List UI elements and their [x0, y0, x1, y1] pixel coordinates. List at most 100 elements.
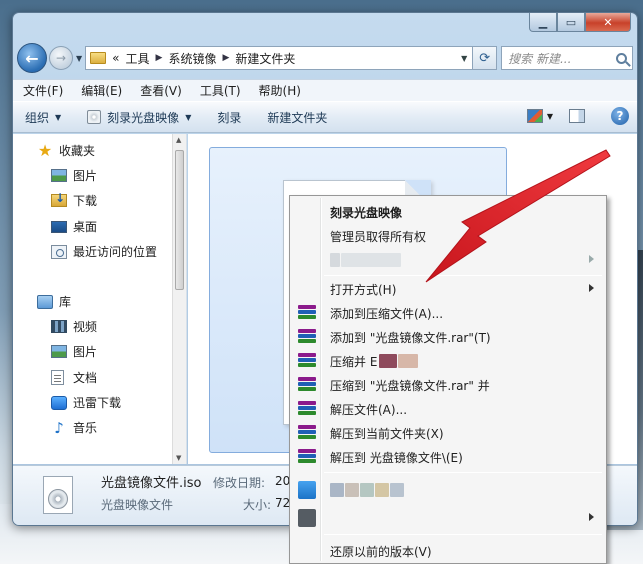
- breadcrumb-item[interactable]: 系统镜像: [168, 50, 216, 67]
- nav-libraries[interactable]: 库: [37, 293, 71, 310]
- scrollbar-thumb[interactable]: [175, 150, 184, 290]
- menu-item-redacted[interactable]: [292, 506, 604, 530]
- nav-label: 图片: [73, 345, 98, 359]
- menu-item-label: 解压到 光盘镜像文件\(E): [330, 450, 463, 465]
- nav-videos[interactable]: 视频: [51, 318, 97, 335]
- maximize-button[interactable]: ▭: [557, 13, 585, 32]
- nav-favorites[interactable]: ★ 收藏夹: [37, 142, 95, 159]
- menu-edit[interactable]: 编辑(E): [81, 82, 122, 99]
- menu-item-compress-and-email[interactable]: 压缩并 E: [292, 349, 604, 373]
- app-icon: [298, 509, 316, 527]
- music-icon: ♪: [54, 418, 64, 437]
- menu-item-open-with[interactable]: 打开方式(H): [292, 277, 604, 301]
- xunlei-icon: [51, 395, 67, 410]
- menu-item-add-to-rar[interactable]: 添加到 "光盘镜像文件.rar"(T): [292, 325, 604, 349]
- nav-recent-places[interactable]: 最近访问的位置: [51, 243, 157, 260]
- address-bar[interactable]: « 工具 ▶ 系统镜像 ▶ 新建文件夹 ▼: [85, 46, 474, 70]
- chevron-down-icon[interactable]: ▼: [456, 54, 472, 63]
- details-modified-label: 修改日期:: [213, 476, 266, 490]
- nav-scrollbar[interactable]: ▲ ▼: [172, 134, 186, 464]
- close-button[interactable]: ✕: [585, 13, 631, 32]
- details-file-name: 光盘镜像文件.iso: [101, 476, 202, 491]
- burn-button[interactable]: 刻录: [217, 109, 241, 126]
- winrar-icon: [298, 305, 316, 321]
- redacted-block: [341, 253, 401, 267]
- back-button[interactable]: ←: [17, 43, 47, 73]
- minimize-button[interactable]: ▁: [529, 13, 557, 32]
- submenu-arrow-icon: [589, 513, 594, 521]
- menu-item-extract-here[interactable]: 解压到当前文件夹(X): [292, 421, 604, 445]
- desktop-icon: [51, 220, 67, 233]
- app-icon: [298, 481, 316, 499]
- breadcrumb-overflow[interactable]: «: [112, 51, 119, 65]
- menu-bar: 文件(F) 编辑(E) 查看(V) 工具(T) 帮助(H): [13, 79, 637, 101]
- menu-item-label: 刻录光盘映像: [330, 205, 403, 220]
- forward-button[interactable]: →: [49, 46, 73, 70]
- menu-separator: [324, 472, 602, 473]
- search-input[interactable]: 搜索 新建...: [501, 46, 633, 70]
- winrar-icon: [298, 401, 316, 417]
- menu-item-extract-to-folder[interactable]: 解压到 光盘镜像文件\(E): [292, 445, 604, 469]
- menu-item-extract-files[interactable]: 解压文件(A)...: [292, 397, 604, 421]
- menu-item-label: 解压到当前文件夹(X): [330, 426, 444, 441]
- nav-label: 图片: [73, 169, 98, 183]
- submenu-arrow-icon: [589, 284, 594, 292]
- nav-label: 最近访问的位置: [73, 245, 158, 259]
- burn-label: 刻录: [217, 110, 242, 125]
- nav-music[interactable]: ♪ 音乐: [51, 419, 97, 436]
- preview-pane-icon[interactable]: [569, 109, 585, 123]
- nav-pictures[interactable]: 图片: [51, 167, 97, 184]
- iso-file-icon: [43, 476, 73, 514]
- refresh-button[interactable]: ⟳: [473, 46, 498, 70]
- breadcrumb-item[interactable]: 新建文件夹: [235, 50, 295, 67]
- menu-item-compress-to-rar-and-email[interactable]: 压缩到 "光盘镜像文件.rar" 并: [292, 373, 604, 397]
- breadcrumb-item[interactable]: 工具: [126, 50, 150, 67]
- submenu-arrow-icon: [589, 255, 594, 263]
- command-bar: 组织 ▼ 刻录光盘映像 ▼ 刻录 新建文件夹 ▼ ?: [13, 101, 637, 133]
- nav-label: 音乐: [73, 421, 98, 435]
- new-folder-button[interactable]: 新建文件夹: [267, 109, 327, 126]
- nav-downloads[interactable]: 下载: [51, 191, 97, 209]
- details-modified-value: 20: [275, 474, 291, 488]
- chevron-down-icon[interactable]: ▼: [547, 112, 553, 121]
- details-size-label: 大小:: [243, 498, 272, 512]
- disc-icon: [48, 489, 68, 509]
- menu-item-restore-previous-versions[interactable]: 还原以前的版本(V): [292, 539, 604, 563]
- menu-item-take-ownership[interactable]: 管理员取得所有权: [292, 224, 604, 248]
- nav-desktop[interactable]: 桌面: [51, 218, 97, 235]
- nav-lib-pictures[interactable]: 图片: [51, 343, 97, 360]
- redacted-block: [345, 483, 359, 497]
- nav-label: 收藏夹: [59, 144, 96, 158]
- scroll-up-icon[interactable]: ▲: [176, 136, 181, 144]
- breadcrumb-chevron-icon[interactable]: ▶: [222, 53, 229, 63]
- search-placeholder: 搜索 新建...: [508, 51, 572, 66]
- nav-label: 桌面: [73, 220, 98, 234]
- nav-xunlei-downloads[interactable]: 迅雷下载: [51, 394, 121, 411]
- nav-documents[interactable]: 文档: [51, 369, 97, 386]
- menu-help[interactable]: 帮助(H): [259, 82, 301, 99]
- redacted-block: [360, 483, 374, 497]
- menu-item-redacted[interactable]: [292, 478, 604, 502]
- help-icon[interactable]: ?: [611, 107, 629, 125]
- recent-pages-dropdown[interactable]: ▼: [76, 54, 82, 63]
- burn-image-button[interactable]: 刻录光盘映像 ▼: [87, 109, 191, 126]
- organize-button[interactable]: 组织 ▼: [25, 109, 61, 126]
- redacted-block: [398, 354, 419, 368]
- downloads-folder-icon: [51, 191, 67, 207]
- menu-file[interactable]: 文件(F): [23, 82, 63, 99]
- menu-view[interactable]: 查看(V): [140, 82, 182, 99]
- change-view-icon[interactable]: [526, 109, 543, 123]
- details-size-value: 72: [275, 496, 291, 510]
- navigation-pane: ★ 收藏夹 图片 下载 桌面 最近访问的位置 库 视频 图片: [13, 134, 187, 464]
- menu-item-add-to-archive[interactable]: 添加到压缩文件(A)...: [292, 301, 604, 325]
- command-bar-right: ▼ ?: [526, 107, 629, 125]
- pictures-icon: [51, 345, 67, 358]
- menu-item-label: 解压文件(A)...: [330, 402, 408, 417]
- breadcrumb-chevron-icon[interactable]: ▶: [156, 53, 163, 63]
- menu-item-redacted[interactable]: [292, 248, 604, 272]
- nav-label: 迅雷下载: [73, 396, 122, 410]
- menu-item-burn-image[interactable]: 刻录光盘映像: [292, 200, 604, 224]
- scroll-down-icon[interactable]: ▼: [176, 454, 181, 462]
- arrow-left-icon: ←: [25, 48, 39, 68]
- menu-tools[interactable]: 工具(T): [200, 82, 241, 99]
